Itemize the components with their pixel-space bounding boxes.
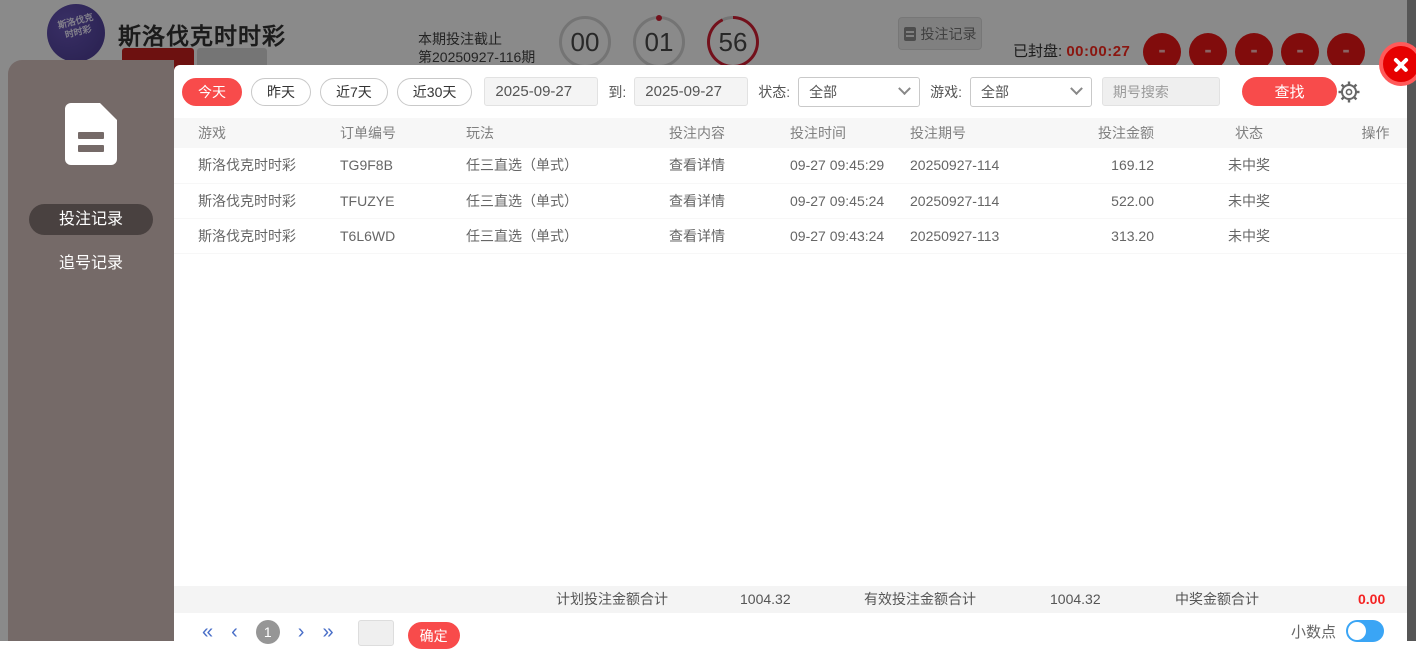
- table-row: 斯洛伐克时时彩 TFUZYE 任三直选（单式） 查看详情 09-27 09:45…: [174, 183, 1407, 219]
- cell-time: 09-27 09:45:29: [790, 148, 910, 184]
- order-link[interactable]: T6L6WD: [340, 218, 466, 254]
- bet-records-table: 游戏 订单编号 玩法 投注内容 投注时间 投注期号 投注金额 状态 操作 斯洛伐…: [174, 118, 1407, 254]
- win-total-label: 中奖金额合计: [1175, 591, 1259, 607]
- status-badge: 未中奖: [1154, 218, 1344, 254]
- cell-game: 斯洛伐克时时彩: [174, 183, 340, 219]
- decimal-toggle-switch[interactable]: [1346, 620, 1384, 642]
- col-action: 操作: [1344, 118, 1407, 148]
- win-total-value: 0.00: [1358, 591, 1386, 607]
- modal-sidebar: 投注记录 追号记录: [8, 60, 174, 641]
- date-from-input[interactable]: [484, 77, 599, 106]
- modal-close-icon[interactable]: [1379, 42, 1416, 86]
- col-issue: 投注期号: [910, 118, 1060, 148]
- status-badge: 未中奖: [1154, 183, 1344, 219]
- game-label: 游戏:: [930, 83, 962, 100]
- page-jump-input[interactable]: [357, 620, 394, 646]
- cell-amount: 313.20: [1060, 218, 1154, 254]
- cell-time: 09-27 09:43:24: [790, 218, 910, 254]
- planned-total-value: 1004.32: [740, 591, 791, 607]
- view-details-link[interactable]: 查看详情: [669, 183, 790, 219]
- cell-play: 任三直选（单式）: [466, 148, 669, 184]
- order-link[interactable]: TG9F8B: [340, 148, 466, 184]
- issue-search-input[interactable]: [1101, 77, 1220, 106]
- valid-total-label: 有效投注金额合计: [864, 591, 976, 607]
- last-page-button[interactable]: »: [322, 620, 333, 644]
- toggle-knob: [1348, 622, 1366, 640]
- col-time: 投注时间: [790, 118, 910, 148]
- filter-yesterday-button[interactable]: 昨天: [251, 77, 311, 106]
- cell-issue: 20250927-113: [910, 218, 1060, 254]
- decimal-toggle-label: 小数点: [1290, 623, 1336, 641]
- filter-last30-button[interactable]: 近30天: [396, 77, 473, 106]
- cell-action: [1344, 183, 1407, 219]
- cell-game: 斯洛伐克时时彩: [174, 218, 340, 254]
- settings-gear-icon[interactable]: [1337, 80, 1361, 104]
- cell-amount: 522.00: [1060, 183, 1154, 219]
- pagination-bar: « ‹ 1 › » 确定 小数点: [174, 613, 1407, 649]
- col-game: 游戏: [174, 118, 340, 148]
- filter-last7-button[interactable]: 近7天: [320, 77, 388, 106]
- records-document-icon: [65, 103, 117, 165]
- cell-game: 斯洛伐克时时彩: [174, 148, 340, 184]
- cell-play: 任三直选（单式）: [466, 218, 669, 254]
- cell-action: [1344, 218, 1407, 254]
- col-status: 状态: [1154, 118, 1344, 148]
- chevron-down-icon: [898, 82, 911, 96]
- bet-records-modal: 今天 昨天 近7天 近30天 到: 状态: 全部 游戏: 全部 查找: [174, 65, 1407, 649]
- chevron-down-icon: [1070, 82, 1083, 96]
- order-link[interactable]: TFUZYE: [340, 183, 466, 219]
- to-label: 到:: [608, 83, 627, 100]
- planned-total-label: 计划投注金额合计: [556, 591, 668, 607]
- view-details-link[interactable]: 查看详情: [669, 218, 790, 254]
- cell-issue: 20250927-114: [910, 183, 1060, 219]
- search-button[interactable]: 查找: [1241, 77, 1337, 106]
- cell-play: 任三直选（单式）: [466, 183, 669, 219]
- first-page-button[interactable]: «: [202, 620, 213, 644]
- filter-today-button[interactable]: 今天: [182, 77, 242, 106]
- col-amount: 投注金额: [1060, 118, 1154, 148]
- view-details-link[interactable]: 查看详情: [669, 148, 790, 184]
- cell-action: [1344, 148, 1407, 184]
- page-jump-confirm-button[interactable]: 确定: [407, 622, 460, 649]
- sidebar-item-bet-records[interactable]: 投注记录: [29, 204, 153, 235]
- prev-page-button[interactable]: ‹: [231, 620, 238, 644]
- col-order: 订单编号: [340, 118, 466, 148]
- date-to-input[interactable]: [634, 77, 749, 106]
- status-select[interactable]: 全部: [798, 76, 921, 107]
- col-content: 投注内容: [669, 118, 790, 148]
- sidebar-item-chase-records[interactable]: 追号记录: [8, 249, 174, 273]
- game-select[interactable]: 全部: [969, 76, 1092, 107]
- status-badge: 未中奖: [1154, 148, 1344, 184]
- table-header-row: 游戏 订单编号 玩法 投注内容 投注时间 投注期号 投注金额 状态 操作: [174, 118, 1407, 148]
- summary-bar: 计划投注金额合计 1004.32 有效投注金额合计 1004.32 中奖金额合计…: [174, 586, 1407, 613]
- cell-time: 09-27 09:45:24: [790, 183, 910, 219]
- cell-amount: 169.12: [1060, 148, 1154, 184]
- filter-toolbar: 今天 昨天 近7天 近30天 到: 状态: 全部 游戏: 全部 查找: [174, 65, 1407, 118]
- table-row: 斯洛伐克时时彩 TG9F8B 任三直选（单式） 查看详情 09-27 09:45…: [174, 148, 1407, 184]
- table-row: 斯洛伐克时时彩 T6L6WD 任三直选（单式） 查看详情 09-27 09:43…: [174, 218, 1407, 254]
- valid-total-value: 1004.32: [1050, 591, 1101, 607]
- col-play: 玩法: [466, 118, 669, 148]
- next-page-button[interactable]: ›: [298, 620, 305, 644]
- status-label: 状态:: [758, 83, 791, 100]
- table-empty-area: [174, 254, 1407, 587]
- current-page-indicator[interactable]: 1: [255, 620, 280, 644]
- cell-issue: 20250927-114: [910, 148, 1060, 184]
